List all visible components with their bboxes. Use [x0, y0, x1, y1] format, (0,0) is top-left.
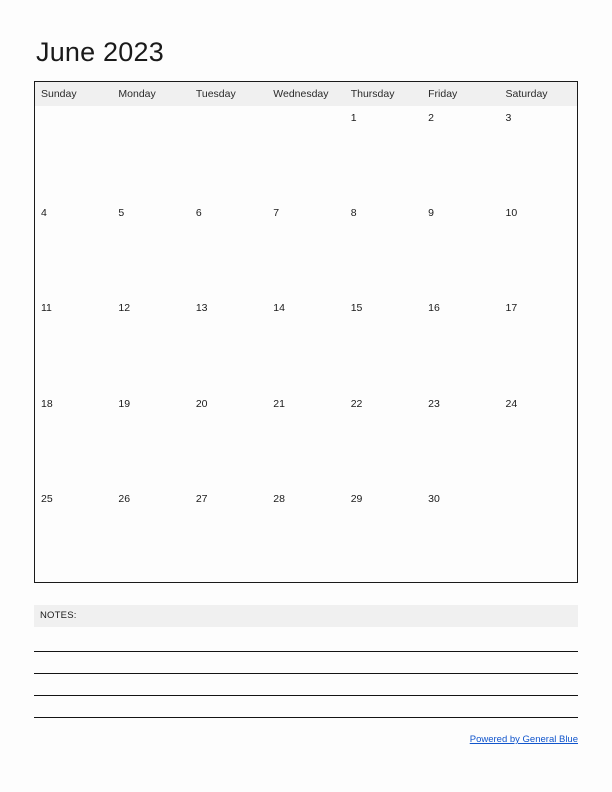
day-cell[interactable]: 29 [345, 487, 422, 582]
notes-line[interactable] [34, 695, 578, 696]
day-cell[interactable]: 11 [35, 296, 112, 391]
calendar-week-row: 18 19 20 21 22 23 24 [35, 392, 577, 487]
day-cell[interactable]: 15 [345, 296, 422, 391]
day-cell[interactable]: 22 [345, 392, 422, 487]
page-title: June 2023 [36, 37, 164, 67]
weekday-header-thursday: Thursday [350, 88, 395, 100]
notes-line[interactable] [34, 717, 578, 718]
weekday-header-monday: Monday [118, 88, 156, 100]
weekday-header-wednesday: Wednesday [273, 88, 329, 100]
day-cell[interactable]: 27 [190, 487, 267, 582]
day-cell[interactable]: 17 [500, 296, 577, 391]
day-cell[interactable]: 23 [422, 392, 499, 487]
day-cell[interactable]: 12 [112, 296, 189, 391]
calendar-week-row: 4 5 6 7 8 9 10 [35, 201, 577, 296]
notes-line[interactable] [34, 673, 578, 674]
day-cell[interactable] [35, 106, 112, 201]
day-cell[interactable] [112, 106, 189, 201]
calendar-grid: Sunday Monday Tuesday Wednesday Thursday… [34, 81, 578, 583]
day-cell[interactable] [500, 487, 577, 582]
day-cell[interactable]: 2 [422, 106, 499, 201]
day-cell[interactable]: 30 [422, 487, 499, 582]
footer: Powered by General Blue [34, 729, 578, 747]
weekday-header-saturday: Saturday [505, 88, 548, 100]
notes-line[interactable] [34, 651, 578, 652]
day-cell[interactable]: 6 [190, 201, 267, 296]
notes-label: NOTES: [40, 610, 77, 621]
day-cell[interactable]: 10 [500, 201, 577, 296]
day-cell[interactable]: 9 [422, 201, 499, 296]
day-cell[interactable]: 28 [267, 487, 344, 582]
day-cell[interactable]: 5 [112, 201, 189, 296]
day-cell[interactable]: 26 [112, 487, 189, 582]
day-cell[interactable]: 3 [500, 106, 577, 201]
powered-by-link[interactable]: Powered by General Blue [470, 734, 578, 745]
calendar-week-rows: 1 2 3 4 5 6 7 8 9 10 11 12 13 14 15 16 1… [35, 106, 577, 582]
calendar-week-row: 1 2 3 [35, 106, 577, 201]
day-cell[interactable]: 4 [35, 201, 112, 296]
calendar-week-row: 11 12 13 14 15 16 17 [35, 296, 577, 391]
day-cell[interactable]: 13 [190, 296, 267, 391]
day-cell[interactable]: 18 [35, 392, 112, 487]
weekday-header-row: Sunday Monday Tuesday Wednesday Thursday… [35, 82, 577, 106]
day-cell[interactable]: 19 [112, 392, 189, 487]
day-cell[interactable]: 20 [190, 392, 267, 487]
calendar-week-row: 25 26 27 28 29 30 [35, 487, 577, 582]
weekday-header-sunday: Sunday [41, 88, 77, 100]
day-cell[interactable]: 21 [267, 392, 344, 487]
weekday-header-tuesday: Tuesday [195, 88, 236, 100]
day-cell[interactable]: 1 [345, 106, 422, 201]
notes-header-band: NOTES: [34, 605, 578, 627]
day-cell[interactable]: 25 [35, 487, 112, 582]
day-cell[interactable]: 24 [500, 392, 577, 487]
day-cell[interactable] [190, 106, 267, 201]
day-cell[interactable] [267, 106, 344, 201]
day-cell[interactable]: 14 [267, 296, 344, 391]
calendar-page: June 2023 Sunday Monday Tuesday Wednesda… [0, 0, 612, 792]
weekday-header-friday: Friday [428, 88, 458, 100]
day-cell[interactable]: 8 [345, 201, 422, 296]
day-cell[interactable]: 7 [267, 201, 344, 296]
day-cell[interactable]: 16 [422, 296, 499, 391]
